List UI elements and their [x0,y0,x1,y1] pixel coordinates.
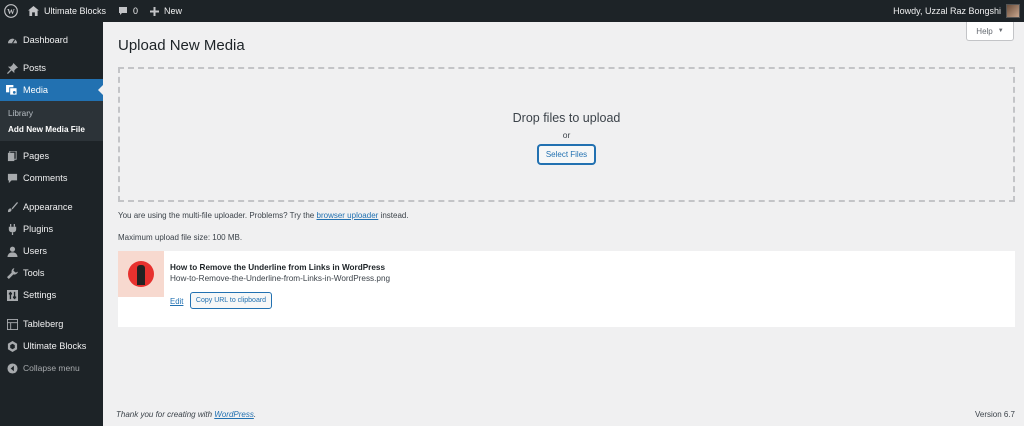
sidebar-item-label: Posts [23,63,46,73]
greeting-text: Howdy, Uzzal Raz Bongshi [893,6,1001,16]
media-icon [6,84,18,96]
copy-url-button[interactable]: Copy URL to clipboard [190,292,272,309]
sidebar-item-comments[interactable]: Comments [0,167,103,189]
comments-count: 0 [133,6,139,16]
caret-down-icon: ▼ [997,28,1004,34]
sidebar-item-tableberg[interactable]: Tableberg [0,313,103,335]
uploader-note-text-end: instead. [380,211,409,220]
pages-icon [6,150,18,162]
site-name-link[interactable]: Ultimate Blocks [22,0,112,22]
plus-icon [150,6,160,16]
collapse-menu-button[interactable]: Collapse menu [0,357,103,379]
admin-sidebar: Dashboard Posts Media Library Add New Me… [0,22,103,426]
plugin-icon [6,223,18,235]
uploader-note: You are using the multi-file uploader. P… [118,211,409,220]
uploaded-media-item: How to Remove the Underline from Links i… [118,251,1015,327]
comment-icon [6,172,18,184]
comments-link[interactable]: 0 [112,0,144,22]
sidebar-item-label: Media [23,85,49,95]
collapse-icon [6,362,18,374]
media-submenu: Library Add New Media File [0,101,103,141]
table-icon [6,318,18,330]
new-content-link[interactable]: New [144,0,188,22]
brush-icon [6,201,18,213]
sidebar-item-media[interactable]: Media [0,79,103,101]
sidebar-item-label: Appearance [23,202,73,212]
edit-media-link[interactable]: Edit [170,297,183,306]
sidebar-item-pages[interactable]: Pages [0,145,103,167]
hexagon-icon [6,340,18,352]
footer-thanks-text: Thank you for creating with [116,410,213,419]
site-name-label: Ultimate Blocks [44,6,107,16]
browser-uploader-link[interactable]: browser uploader [317,211,379,220]
media-thumbnail [118,251,164,297]
pin-icon [6,62,18,74]
sidebar-item-plugins[interactable]: Plugins [0,218,103,240]
sidebar-item-appearance[interactable]: Appearance [0,196,103,218]
main-content: Help ▼ Upload New Media Drop files to up… [103,22,1024,426]
admin-bar: W Ultimate Blocks 0 New Howdy, Uzzal Raz… [0,0,1024,22]
sidebar-item-label: Dashboard [23,35,68,45]
user-icon [6,245,18,257]
sidebar-item-label: Users [23,246,47,256]
new-label: New [164,6,183,16]
account-menu[interactable]: Howdy, Uzzal Raz Bongshi [893,0,1024,22]
wordpress-logo-icon[interactable]: W [0,0,22,22]
avatar [1006,4,1020,18]
media-item-title: How to Remove the Underline from Links i… [170,263,386,272]
sidebar-item-label: Tools [23,268,45,278]
sidebar-item-label: Pages [23,151,50,161]
sidebar-item-label: Comments [23,173,68,183]
settings-icon [6,289,18,301]
footer-thanks: Thank you for creating with WordPress. [116,410,256,419]
sidebar-item-users[interactable]: Users [0,240,103,262]
sidebar-item-label: Ultimate Blocks [23,341,87,351]
submenu-item-library[interactable]: Library [0,105,103,121]
media-item-filename: How-to-Remove-the-Underline-from-Links-i… [170,274,391,283]
help-tab-button[interactable]: Help ▼ [966,22,1014,41]
submenu-item-add-new-media-file[interactable]: Add New Media File [0,121,103,137]
page-title: Upload New Media [118,37,245,54]
uploader-note-text: You are using the multi-file uploader. P… [118,211,315,220]
sidebar-item-posts[interactable]: Posts [0,57,103,79]
drop-or-text: or [562,130,571,140]
sidebar-item-label: Settings [23,290,57,300]
version-text: Version 6.7 [974,410,1015,419]
sidebar-item-label: Plugins [23,224,54,234]
select-files-button[interactable]: Select Files [538,145,595,164]
home-icon [28,6,39,16]
sidebar-item-label: Tableberg [23,319,64,329]
max-upload-size: Maximum upload file size: 100 MB. [118,233,243,242]
sidebar-item-settings[interactable]: Settings [0,284,103,306]
sidebar-item-dashboard[interactable]: Dashboard [0,29,103,51]
svg-text:W: W [7,7,15,16]
wrench-icon [6,267,18,279]
footer-thanks-end: . [253,410,257,419]
sidebar-item-tools[interactable]: Tools [0,262,103,284]
drop-files-title: Drop files to upload [512,111,621,125]
sidebar-item-label: Collapse menu [23,363,80,373]
drop-zone[interactable]: Drop files to upload or Select Files [118,67,1015,202]
comment-bubble-icon [118,6,128,16]
wordpress-link[interactable]: WordPress [214,410,254,419]
help-label: Help [976,26,993,36]
sidebar-item-ultimate-blocks[interactable]: Ultimate Blocks [0,335,103,357]
dashboard-icon [6,34,18,46]
